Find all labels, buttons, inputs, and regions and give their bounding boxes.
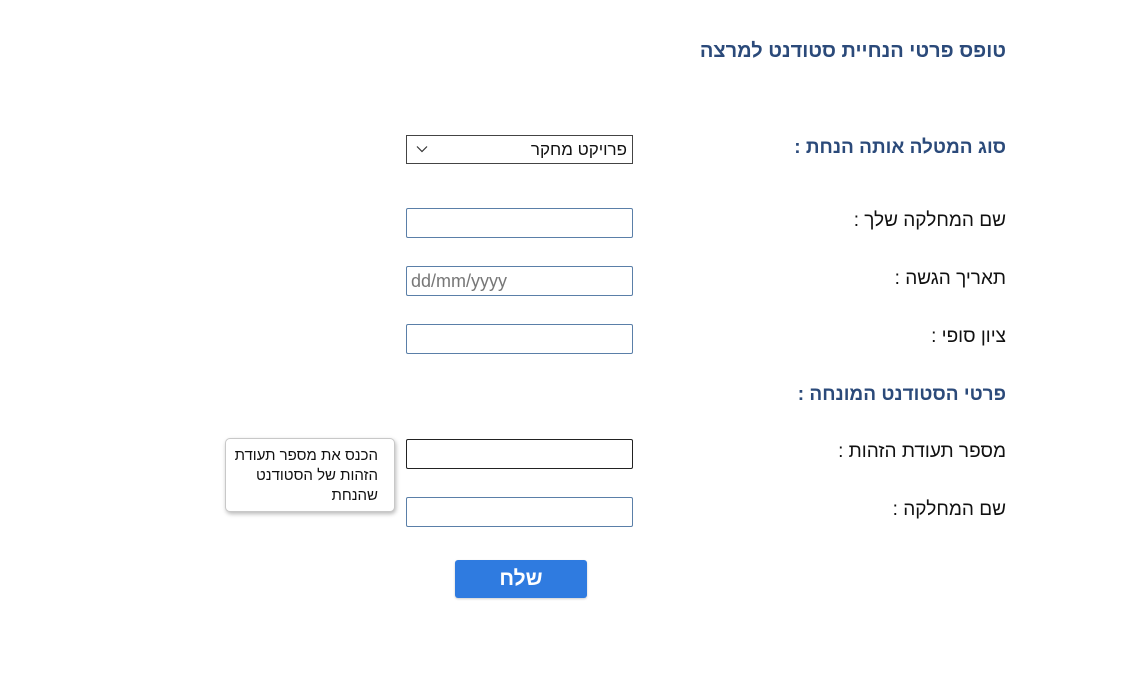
student-id-input[interactable] (407, 440, 632, 468)
form-page: טופס פרטי הנחיית סטודנט למרצה סוג המטלה … (0, 0, 1125, 682)
submit-button[interactable]: שלח (455, 560, 587, 598)
department-input[interactable] (407, 209, 632, 237)
student-department-field-wrapper (406, 497, 633, 527)
department-field-wrapper (406, 208, 633, 238)
student-id-tooltip: הכנס את מספר תעודת הזהות של הסטודנט שהנח… (225, 438, 395, 512)
student-department-input[interactable] (407, 498, 632, 526)
student-id-label: מספר תעודת הזהות : (838, 441, 1006, 462)
task-type-label: סוג המטלה אותה הנחת : (794, 137, 1006, 158)
student-department-label: שם המחלקה : (892, 499, 1006, 520)
page-title: טופס פרטי הנחיית סטודנט למרצה (699, 40, 1006, 62)
final-grade-input[interactable] (407, 325, 632, 353)
student-section-heading: פרטי הסטודנט המונחה : (797, 384, 1006, 405)
task-type-select[interactable]: פרויקט מחקר (406, 135, 633, 164)
student-id-field-wrapper (406, 439, 633, 469)
submission-date-label: תאריך הגשה : (894, 268, 1006, 289)
final-grade-label: ציון סופי : (931, 326, 1006, 347)
chevron-down-icon (416, 146, 428, 153)
submission-date-input[interactable] (407, 267, 632, 295)
department-label: שם המחלקה שלך : (853, 210, 1006, 231)
submission-date-field-wrapper (406, 266, 633, 296)
task-type-selected-value: פרויקט מחקר (530, 140, 627, 159)
final-grade-field-wrapper (406, 324, 633, 354)
